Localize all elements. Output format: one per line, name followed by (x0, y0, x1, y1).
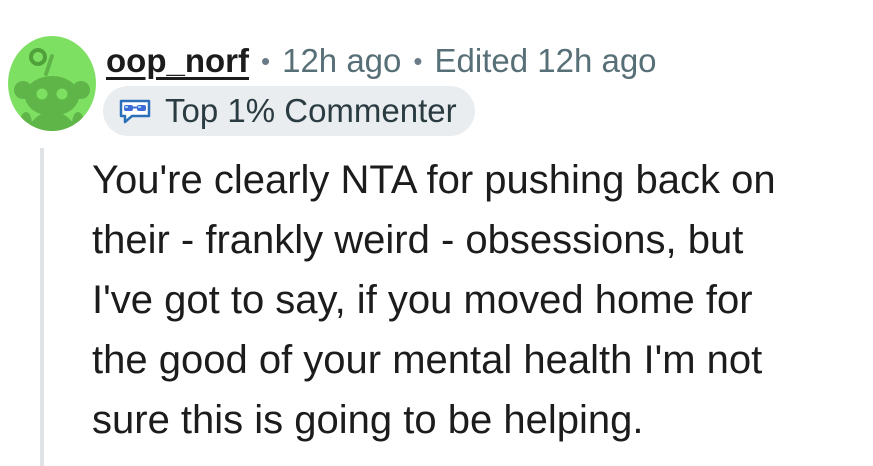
author-username[interactable]: oop_norf (106, 42, 249, 80)
snoo-avatar-icon (14, 48, 90, 131)
edited-label: Edited 12h ago (434, 42, 657, 79)
meta-separator: • (413, 45, 423, 76)
thread-line[interactable] (40, 148, 44, 466)
flair-badge: Top 1% Commenter (103, 86, 475, 136)
comment-body-line: their - frankly weird - obsessions, but (92, 218, 744, 262)
meta-separator: • (260, 45, 271, 76)
comment-body-line: sure this is going to be helping. (92, 398, 644, 442)
top-commenter-badge-icon (119, 99, 151, 124)
user-avatar[interactable] (8, 36, 96, 131)
comment-body-line: You're clearly NTA for pushing back on (92, 158, 776, 202)
comment-body-line: the good of your mental health I'm not (92, 338, 763, 382)
comment-meta: oop_norf • 12h ago • Edited 12h ago (106, 38, 657, 84)
flair-label: Top 1% Commenter (165, 92, 457, 129)
comment-body-line: I've got to say, if you moved home for (92, 278, 753, 322)
comment-body: You're clearly NTA for pushing back on t… (92, 150, 862, 450)
comment-timestamp[interactable]: 12h ago (282, 42, 401, 80)
